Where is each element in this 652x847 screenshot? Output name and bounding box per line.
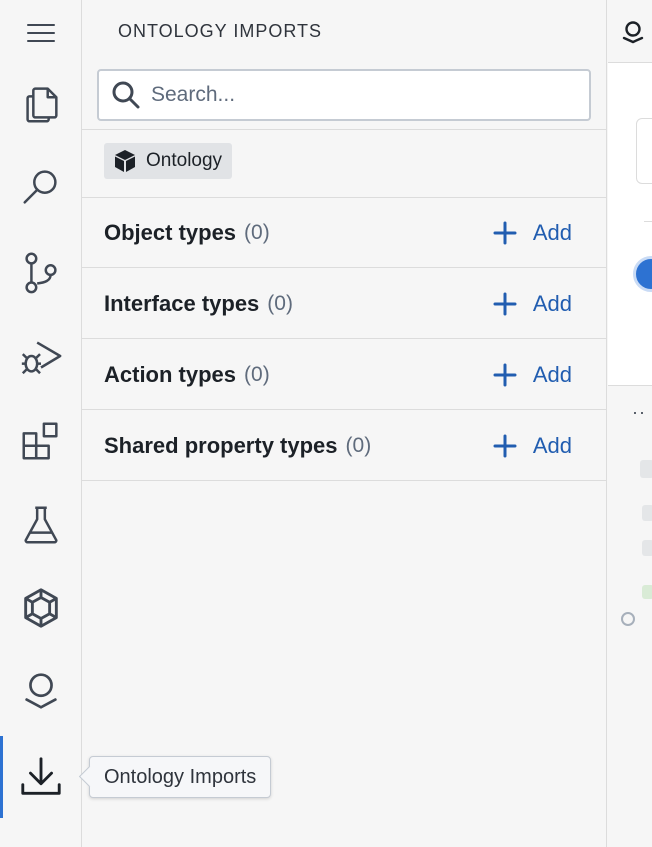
status-ring-icon <box>621 612 635 626</box>
add-shared-property-types-button[interactable]: Add <box>493 433 572 459</box>
row-count: (0) <box>244 220 270 244</box>
blurred-content <box>642 505 652 521</box>
divider <box>644 221 652 222</box>
download-icon <box>21 757 61 795</box>
object-types-row[interactable]: Object types (0) Add <box>82 198 606 268</box>
extensions-icon <box>22 422 58 460</box>
search-view-button[interactable] <box>0 152 82 222</box>
row-label: Action types <box>104 361 237 387</box>
editor-input-box[interactable] <box>636 118 652 184</box>
files-icon <box>26 87 58 123</box>
editor-tab-bar <box>608 0 652 63</box>
row-count: (0) <box>345 433 372 457</box>
add-label: Add <box>532 432 572 458</box>
extensions-button[interactable] <box>0 406 82 476</box>
source-control-button[interactable] <box>0 237 82 307</box>
more-options-icon[interactable]: ·· <box>632 402 646 423</box>
hexagon-ring-icon <box>24 588 58 628</box>
add-object-types-button[interactable]: Add <box>493 220 572 246</box>
foundry-hex-button[interactable] <box>0 573 82 643</box>
plus-icon <box>493 292 517 315</box>
blurred-content <box>642 540 652 556</box>
add-interface-types-button[interactable]: Add <box>493 291 572 317</box>
add-action-types-button[interactable]: Add <box>493 362 572 388</box>
run-debug-button[interactable] <box>0 321 82 391</box>
explorer-button[interactable] <box>0 69 82 139</box>
row-label: Interface types <box>104 290 260 316</box>
editor-area: ·· <box>608 0 652 847</box>
search-icon <box>23 170 57 204</box>
ontology-imports-tooltip: Ontology Imports <box>89 756 272 798</box>
search-input[interactable] <box>149 82 589 108</box>
plus-icon <box>493 221 517 244</box>
blurred-content <box>642 585 652 599</box>
action-types-row[interactable]: Action types (0) Add <box>82 340 606 410</box>
editor-card <box>608 63 652 386</box>
palantir-icon <box>25 673 57 709</box>
plus-icon <box>493 363 517 386</box>
plus-icon <box>493 434 517 457</box>
add-label: Add <box>532 290 572 316</box>
row-label: Object types <box>104 219 237 245</box>
search-box[interactable] <box>97 69 591 121</box>
row-label: Shared property types <box>104 432 338 458</box>
tooltip-text: Ontology Imports <box>104 765 257 788</box>
ontology-filter-tag[interactable]: Ontology <box>104 143 233 179</box>
ontology-imports-button[interactable] <box>0 736 82 818</box>
search-icon <box>112 81 140 109</box>
panel-title: ONTOLOGY IMPORTS <box>118 21 323 41</box>
flask-icon <box>24 506 58 544</box>
blurred-content <box>640 460 652 478</box>
activity-bar <box>0 0 82 847</box>
row-count: (0) <box>244 362 270 386</box>
divider <box>82 129 607 130</box>
add-label: Add <box>532 361 572 387</box>
hamburger-menu-icon <box>27 24 55 42</box>
debug-run-icon <box>21 341 62 375</box>
ontology-filter-label: Ontology <box>146 150 223 171</box>
palantir-button[interactable] <box>0 655 82 725</box>
cube-icon <box>115 150 135 172</box>
primary-toggle[interactable] <box>633 256 652 292</box>
shared-property-types-row[interactable]: Shared property types (0) Add <box>82 411 606 481</box>
ontology-imports-panel: ONTOLOGY IMPORTS Ontology Object types (… <box>82 0 607 847</box>
row-count: (0) <box>267 291 293 315</box>
interface-types-row[interactable]: Interface types (0) Add <box>82 269 606 339</box>
testing-button[interactable] <box>0 490 82 560</box>
palantir-icon <box>622 21 644 44</box>
hamburger-menu-button[interactable] <box>0 0 82 68</box>
git-branch-icon <box>25 252 57 294</box>
add-label: Add <box>532 219 572 245</box>
